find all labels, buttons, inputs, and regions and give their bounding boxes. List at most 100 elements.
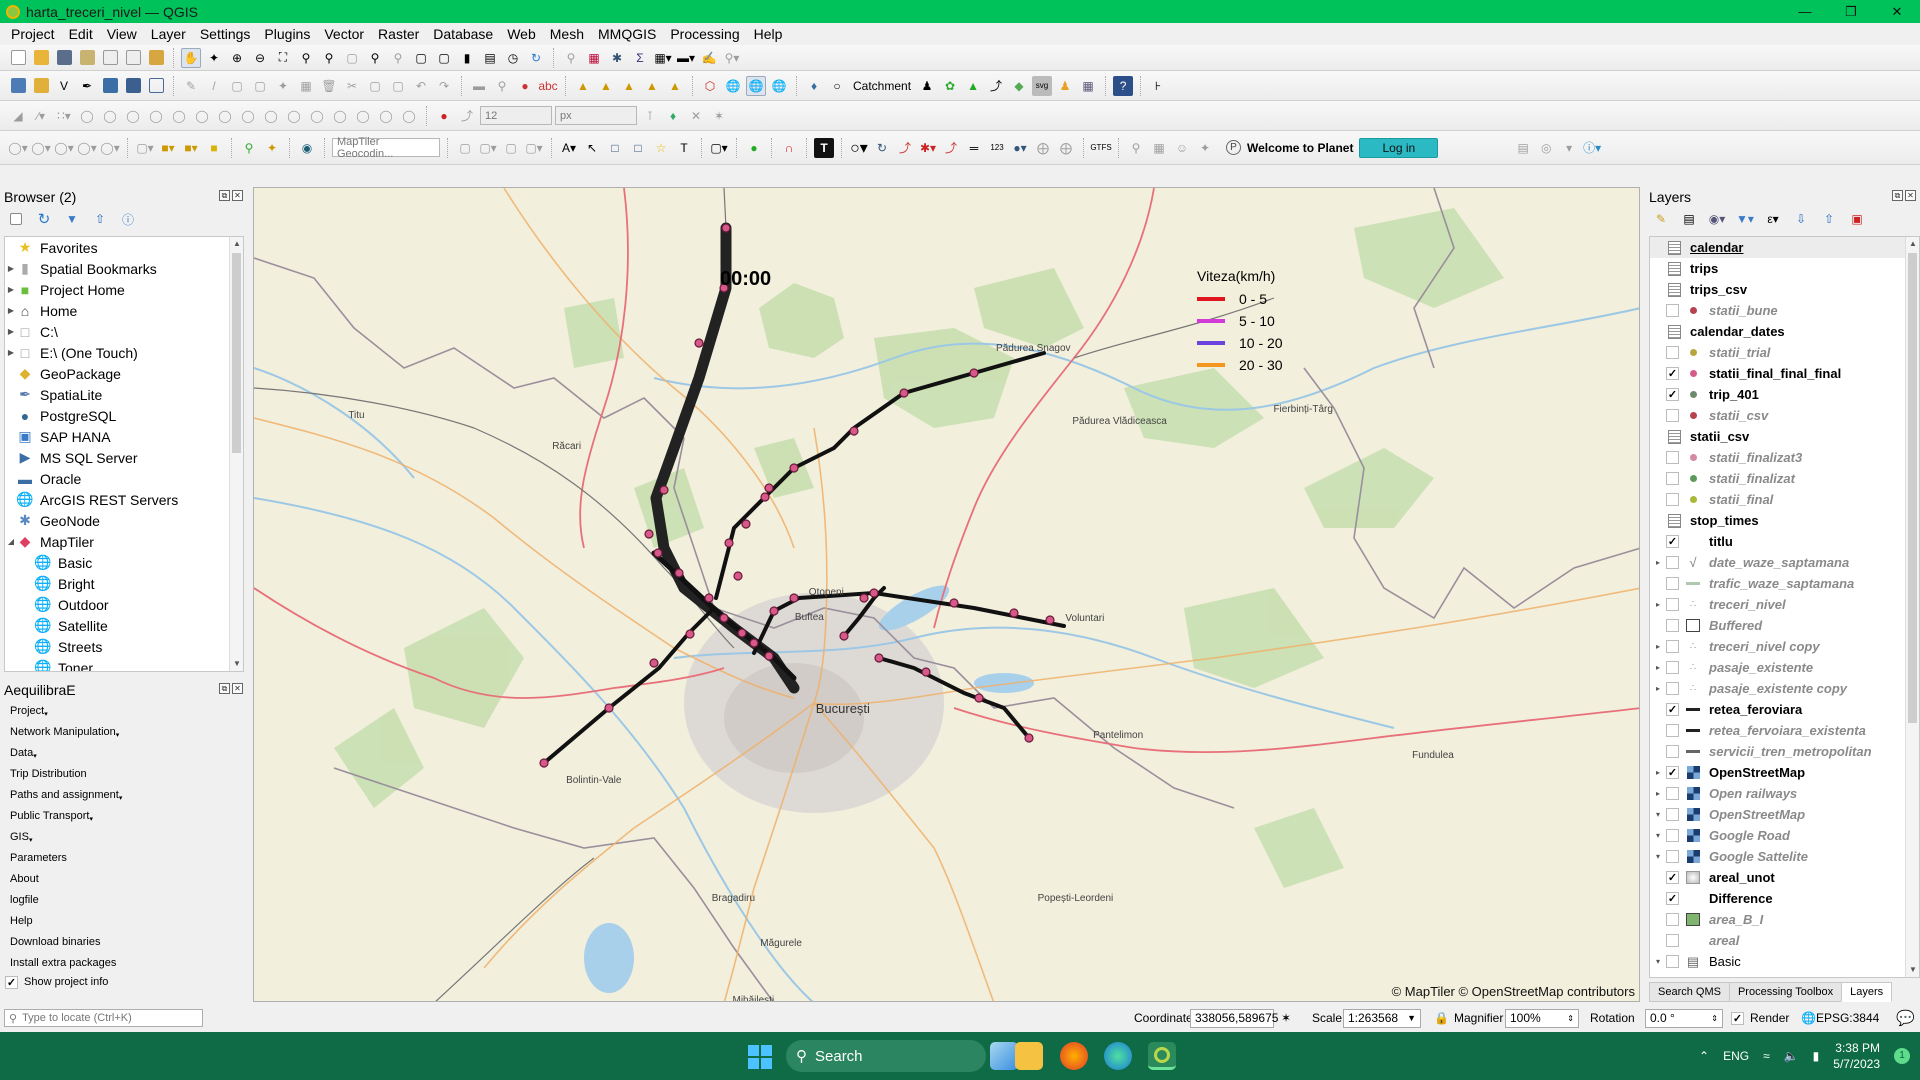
aequilibrae-menu-item[interactable]: Network Manipulation ▾ — [0, 721, 247, 742]
layer-item[interactable]: trips_csv — [1650, 279, 1919, 300]
layer-item[interactable]: statii_csv — [1650, 426, 1919, 447]
annotation-tool-icon[interactable]: ⚲ — [492, 76, 512, 96]
filter-expression-icon[interactable]: ε▾ — [1763, 209, 1783, 229]
layer-item[interactable]: ✓ retea_feroviara — [1650, 699, 1919, 720]
layer-visibility-checkbox[interactable] — [1666, 724, 1679, 737]
hexagon-icon[interactable]: ⬡ — [700, 76, 720, 96]
aequilibrae-menu-item[interactable]: GIS ▾ — [0, 826, 247, 847]
tracing-icon[interactable]: ⊺ — [640, 106, 660, 126]
select-vertex-icon[interactable]: ↖ — [582, 138, 602, 158]
menu-view[interactable]: View — [100, 26, 144, 42]
new-3d-view-icon[interactable]: ▢ — [434, 48, 454, 68]
taskbar-search[interactable]: ⚲ Search — [786, 1040, 986, 1072]
browser-item[interactable]: ▶ □ C:\ — [5, 321, 243, 342]
layer-item[interactable]: statii_final — [1650, 489, 1919, 510]
open-project-icon[interactable] — [31, 48, 51, 68]
annotation-icon[interactable]: ⚲▾ — [722, 48, 742, 68]
arc-red-icon[interactable]: ∩ — [779, 138, 799, 158]
digitize-c-icon[interactable]: ▢ — [501, 138, 521, 158]
expand-arrow-icon[interactable]: ▸ — [1650, 558, 1666, 567]
browser-item[interactable]: ◢ ◆ MapTiler — [5, 531, 243, 552]
planet-dropdown-icon[interactable]: ▾ — [1559, 138, 1579, 158]
layer-item[interactable]: trips — [1650, 258, 1919, 279]
render-checkbox[interactable]: ✓ — [1731, 1011, 1744, 1025]
expand-arrow-icon[interactable]: ▶ — [5, 285, 17, 294]
tab-search-qms[interactable]: Search QMS — [1649, 982, 1730, 1002]
collapse-all-icon[interactable]: ⇧ — [90, 209, 110, 229]
messages-icon[interactable]: 💬 — [1896, 1009, 1915, 1027]
layer-visibility-checkbox[interactable]: ✓ — [1666, 766, 1679, 779]
wand-icon[interactable]: ✦ — [262, 138, 282, 158]
close-button[interactable]: ✕ — [1874, 0, 1920, 23]
menu-layer[interactable]: Layer — [144, 26, 193, 42]
python-icon[interactable]: ♦ — [804, 76, 824, 96]
catchment-button[interactable]: Catchment — [853, 79, 911, 93]
battery-icon[interactable]: ▮ — [1813, 1049, 1820, 1063]
layer-item[interactable]: ✓ statii_final_final_final — [1650, 363, 1919, 384]
graph-tree-icon[interactable]: ⊦ — [1148, 76, 1168, 96]
collapse-arrow-icon[interactable]: ▾ — [1650, 852, 1666, 861]
close-snap-icon[interactable]: ✕ — [686, 106, 706, 126]
refresh-icon[interactable]: ↻ — [526, 48, 546, 68]
qgis-taskbar-icon[interactable] — [1148, 1042, 1176, 1070]
layer-item[interactable]: ▾ OpenStreetMap — [1650, 804, 1919, 825]
expand-arrow-icon[interactable]: ▶ — [5, 348, 17, 357]
adv-edit-3-icon[interactable]: ◯ — [123, 106, 143, 126]
add-spatialite-icon[interactable]: ✒ — [77, 76, 97, 96]
text-frame-icon[interactable]: ▢▾ — [709, 138, 729, 158]
edge-icon[interactable] — [1104, 1042, 1132, 1070]
select-1-icon[interactable]: ▢▾ — [135, 138, 155, 158]
adv-edit-5-icon[interactable]: ◯ — [169, 106, 189, 126]
collapse-all-icon[interactable]: ⇧ — [1819, 209, 1839, 229]
refresh-icon[interactable]: ↻ — [34, 209, 54, 229]
tab-processing-toolbox[interactable]: Processing Toolbox — [1728, 982, 1843, 1002]
layer-item[interactable]: ✓ Difference — [1650, 888, 1919, 909]
browser-item[interactable]: ▬ Oracle — [5, 468, 243, 489]
snapping-type-icon[interactable]: ⤴ — [457, 106, 477, 126]
node-a-icon[interactable]: ⨁ — [1033, 138, 1053, 158]
layers-scrollbar[interactable]: ▲ ▼ — [1905, 237, 1919, 977]
browser-item[interactable]: ★ Favorites — [5, 237, 243, 258]
browser-item[interactable]: 🌐 Basic — [5, 552, 243, 573]
layer-visibility-checkbox[interactable] — [1666, 493, 1679, 506]
curve-red-icon[interactable]: ⤴ — [895, 138, 915, 158]
adv-edit-1-icon[interactable]: ◯ — [77, 106, 97, 126]
layer-visibility-checkbox[interactable] — [1666, 577, 1679, 590]
copy-icon[interactable]: ▢ — [365, 76, 385, 96]
zoom-out-icon[interactable]: ⊖ — [250, 48, 270, 68]
filter-legend-icon[interactable]: ▼▾ — [1735, 209, 1755, 229]
expand-arrow-icon[interactable]: ▸ — [1650, 600, 1666, 609]
collapse-arrow-icon[interactable]: ▾ — [1650, 957, 1666, 966]
maximize-button[interactable]: ❐ — [1828, 0, 1874, 23]
zoom-full-icon[interactable]: ⛶ — [273, 48, 293, 68]
menu-processing[interactable]: Processing — [663, 26, 746, 42]
new-layout-icon[interactable] — [100, 48, 120, 68]
snap-options-icon[interactable]: ♦ — [663, 106, 683, 126]
layer-visibility-checkbox[interactable] — [1666, 451, 1679, 464]
layer-item[interactable]: trafic_waze_saptamana — [1650, 573, 1919, 594]
clock[interactable]: 3:38 PM 5/7/2023 — [1833, 1040, 1880, 1072]
layer-visibility-checkbox[interactable] — [1666, 409, 1679, 422]
adv-edit-2-icon[interactable]: ◯ — [100, 106, 120, 126]
help-book-icon[interactable]: ? — [1113, 75, 1134, 96]
cut-icon[interactable]: ✂ — [342, 76, 362, 96]
globe-add-icon[interactable]: 🌐 — [723, 76, 743, 96]
firefox-icon[interactable] — [1060, 1042, 1088, 1070]
add-selected-layers-icon[interactable] — [6, 209, 26, 229]
crs-button[interactable]: 🌐EPSG:3844 — [1801, 1011, 1879, 1025]
person-orange-icon[interactable]: ♟ — [1055, 76, 1075, 96]
layer-item[interactable]: ▾ Google Sattelite — [1650, 846, 1919, 867]
adv-edit-12-icon[interactable]: ◯ — [330, 106, 350, 126]
show-project-info-checkbox[interactable]: ✓ — [5, 975, 18, 989]
widgets-app-icon[interactable] — [990, 1042, 1018, 1070]
statistics-icon[interactable]: Σ — [630, 48, 650, 68]
zoom-to-layer-icon[interactable]: ⚲ — [319, 48, 339, 68]
node-b-icon[interactable]: ⨁ — [1056, 138, 1076, 158]
parallel-lines-icon[interactable]: ═ — [964, 138, 984, 158]
add-wms-icon[interactable] — [100, 76, 120, 96]
label-show-icon[interactable]: ▲ — [596, 76, 616, 96]
expand-arrow-icon[interactable]: ▶ — [5, 264, 17, 273]
file-explorer-icon[interactable] — [1015, 1042, 1043, 1070]
label-rotate-icon[interactable]: ▲ — [642, 76, 662, 96]
save-edits-icon[interactable]: ▢ — [227, 76, 247, 96]
